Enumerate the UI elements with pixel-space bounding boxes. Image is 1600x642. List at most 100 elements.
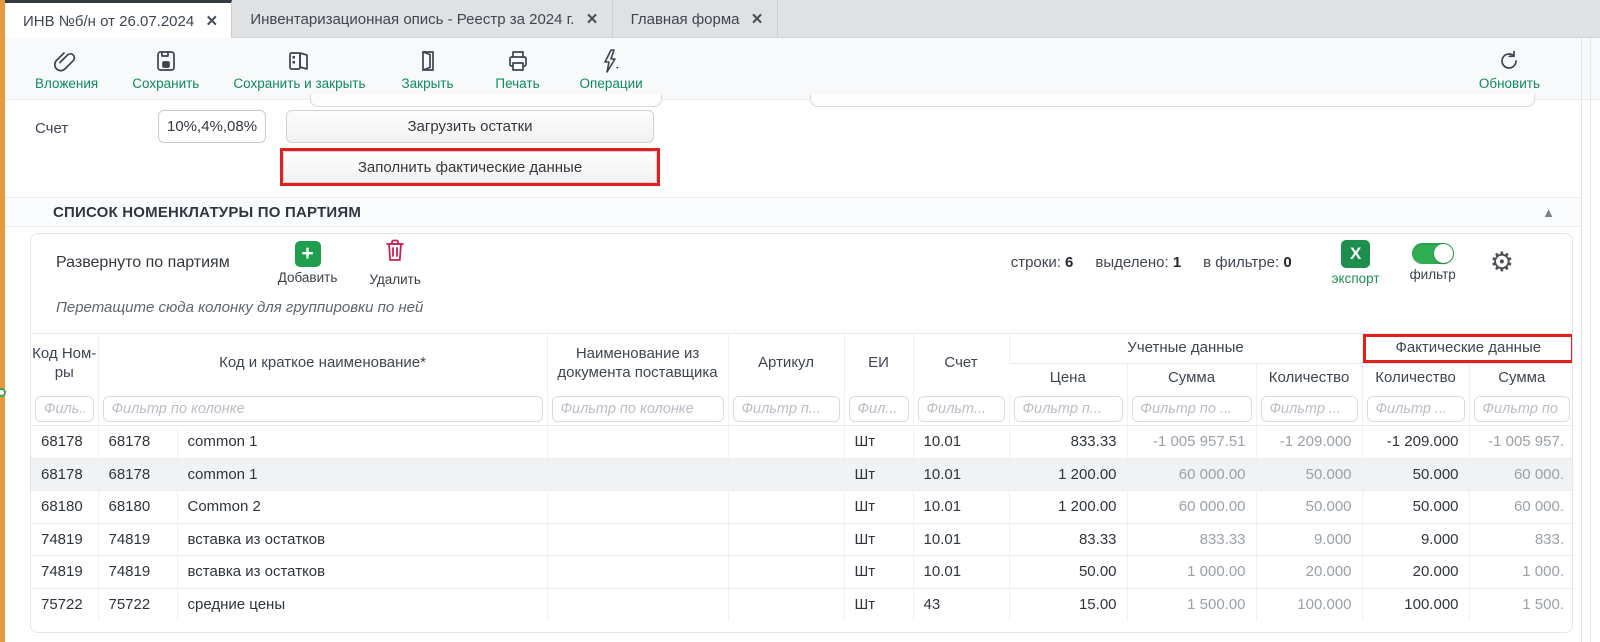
col-header-price[interactable]: Цена — [1009, 364, 1127, 394]
toggle-on-icon[interactable] — [1412, 243, 1454, 264]
table-cell[interactable]: -1 005 957.51 — [1127, 426, 1256, 459]
delete-row-button[interactable]: Удалить — [369, 238, 421, 287]
filter-input-unit[interactable] — [849, 396, 909, 422]
table-cell[interactable]: 60 000.00 — [1127, 458, 1256, 491]
table-cell[interactable]: 10.01 — [913, 523, 1009, 556]
save-and-close-button[interactable]: Сохранить и закрыть — [233, 47, 365, 91]
table-cell[interactable] — [728, 588, 844, 621]
refresh-button[interactable]: Обновить — [1479, 47, 1540, 91]
save-button[interactable]: Сохранить — [132, 47, 199, 91]
filter-input-account[interactable] — [918, 396, 1005, 422]
table-cell[interactable] — [547, 491, 728, 524]
tab-register[interactable]: Инвентаризационная опись - Реестр за 202… — [232, 0, 612, 38]
table-cell[interactable]: 75722 — [98, 588, 177, 621]
table-cell[interactable]: 833.33 — [1009, 426, 1127, 459]
table-cell[interactable]: 9.000 — [1256, 523, 1362, 556]
table-cell[interactable]: 60 000.00 — [1127, 491, 1256, 524]
table-cell[interactable]: 1 500.00 — [1127, 588, 1256, 621]
table-cell[interactable] — [547, 588, 728, 621]
table-cell[interactable]: 50.000 — [1362, 458, 1469, 491]
table-cell[interactable]: 1 500. — [1469, 588, 1573, 621]
table-cell[interactable]: 50.000 — [1362, 491, 1469, 524]
col-header-quantity[interactable]: Количество — [1256, 364, 1362, 394]
fill-actual-data-button[interactable]: Заполнить фактические данные — [283, 151, 657, 183]
filter-input-article[interactable] — [733, 396, 840, 422]
table-cell[interactable] — [547, 426, 728, 459]
table-cell[interactable]: 20.000 — [1256, 556, 1362, 589]
table-cell[interactable]: 50.000 — [1256, 458, 1362, 491]
filter-toggle[interactable]: фильтр — [1410, 243, 1456, 282]
col-header-kod-nom[interactable]: Код Ном-ры — [31, 334, 98, 394]
table-row[interactable]: 7481974819вставка из остатковШт10.0183.3… — [31, 523, 1573, 556]
table-cell[interactable]: 833. — [1469, 523, 1573, 556]
filter-input-quantity-fact[interactable] — [1367, 396, 1465, 422]
account-input[interactable] — [158, 110, 266, 143]
filter-input-amount-fact[interactable] — [1474, 396, 1571, 422]
table-cell[interactable]: 10.01 — [913, 458, 1009, 491]
table-cell[interactable]: Шт — [844, 588, 913, 621]
table-cell[interactable]: 1 200.00 — [1009, 491, 1127, 524]
table-cell[interactable]: 68178 — [98, 426, 177, 459]
filter-input-amount[interactable] — [1132, 396, 1252, 422]
table-row[interactable]: 7481974819вставка из остатковШт10.0150.0… — [31, 556, 1573, 589]
table-cell[interactable]: Шт — [844, 426, 913, 459]
table-cell[interactable]: 60 000. — [1469, 458, 1573, 491]
col-header-amount[interactable]: Сумма — [1127, 364, 1256, 394]
table-cell[interactable]: Шт — [844, 491, 913, 524]
table-row[interactable]: 6817868178common 1Шт10.011 200.0060 000.… — [31, 458, 1573, 491]
close-button[interactable]: Закрыть — [400, 47, 456, 91]
table-cell[interactable]: 1 000. — [1469, 556, 1573, 589]
table-cell[interactable] — [547, 523, 728, 556]
print-button[interactable]: Печать — [490, 47, 546, 91]
table-cell[interactable]: 68178 — [31, 426, 98, 459]
table-row[interactable]: 7572275722средние ценыШт4315.001 500.001… — [31, 588, 1573, 621]
table-cell[interactable]: вставка из остатков — [177, 523, 547, 556]
filter-input-code-name[interactable] — [103, 396, 543, 422]
table-cell[interactable] — [728, 523, 844, 556]
table-cell[interactable]: 9.000 — [1362, 523, 1469, 556]
table-cell[interactable]: Шт — [844, 523, 913, 556]
table-cell[interactable]: 74819 — [31, 556, 98, 589]
table-row[interactable]: 6818068180Common 2Шт10.011 200.0060 000.… — [31, 491, 1573, 524]
table-cell[interactable]: Шт — [844, 458, 913, 491]
table-cell[interactable]: 83.33 — [1009, 523, 1127, 556]
table-cell[interactable]: 68180 — [31, 491, 98, 524]
tab-close-icon[interactable]: × — [752, 10, 763, 29]
table-cell[interactable]: средние цены — [177, 588, 547, 621]
table-cell[interactable]: вставка из остатков — [177, 556, 547, 589]
tab-close-icon[interactable]: × — [206, 12, 217, 31]
table-row[interactable]: 6817868178common 1Шт10.01833.33-1 005 95… — [31, 426, 1573, 459]
attachments-button[interactable]: Вложения — [35, 47, 98, 91]
table-cell[interactable]: 60 000. — [1469, 491, 1573, 524]
table-cell[interactable]: 68178 — [98, 458, 177, 491]
table-cell[interactable]: -1 209.000 — [1256, 426, 1362, 459]
gear-icon[interactable]: ⚙ — [1490, 249, 1514, 276]
table-cell[interactable]: 75722 — [31, 588, 98, 621]
table-cell[interactable]: 100.000 — [1256, 588, 1362, 621]
col-header-unit[interactable]: ЕИ — [844, 334, 913, 394]
section-header[interactable]: СПИСОК НОМЕНКЛАТУРЫ ПО ПАРТИЯМ ▲ — [5, 197, 1581, 227]
tab-inventory-doc[interactable]: ИНВ №б/н от 26.07.2024 × — [5, 0, 232, 39]
table-cell[interactable]: 10.01 — [913, 491, 1009, 524]
table-cell[interactable] — [728, 491, 844, 524]
table-cell[interactable]: 15.00 — [1009, 588, 1127, 621]
vertical-scrollbar[interactable] — [1590, 38, 1591, 642]
table-cell[interactable]: 100.000 — [1362, 588, 1469, 621]
col-header-amount-fact[interactable]: Сумма — [1469, 364, 1573, 394]
filter-input-price[interactable] — [1014, 396, 1123, 422]
table-cell[interactable]: Шт — [844, 556, 913, 589]
table-cell[interactable] — [728, 556, 844, 589]
col-header-code-name[interactable]: Код и краткое наименование* — [98, 334, 547, 394]
table-cell[interactable]: Common 2 — [177, 491, 547, 524]
table-cell[interactable]: 50.00 — [1009, 556, 1127, 589]
tab-main-form[interactable]: Главная форма × — [613, 0, 778, 38]
table-cell[interactable]: 1 200.00 — [1009, 458, 1127, 491]
collapse-arrow-icon[interactable]: ▲ — [1542, 205, 1555, 220]
table-cell[interactable]: 68180 — [98, 491, 177, 524]
table-cell[interactable]: 74819 — [98, 523, 177, 556]
table-cell[interactable]: 1 000.00 — [1127, 556, 1256, 589]
table-cell[interactable] — [728, 426, 844, 459]
table-cell[interactable]: 50.000 — [1256, 491, 1362, 524]
table-cell[interactable] — [547, 458, 728, 491]
table-cell[interactable]: 68178 — [31, 458, 98, 491]
